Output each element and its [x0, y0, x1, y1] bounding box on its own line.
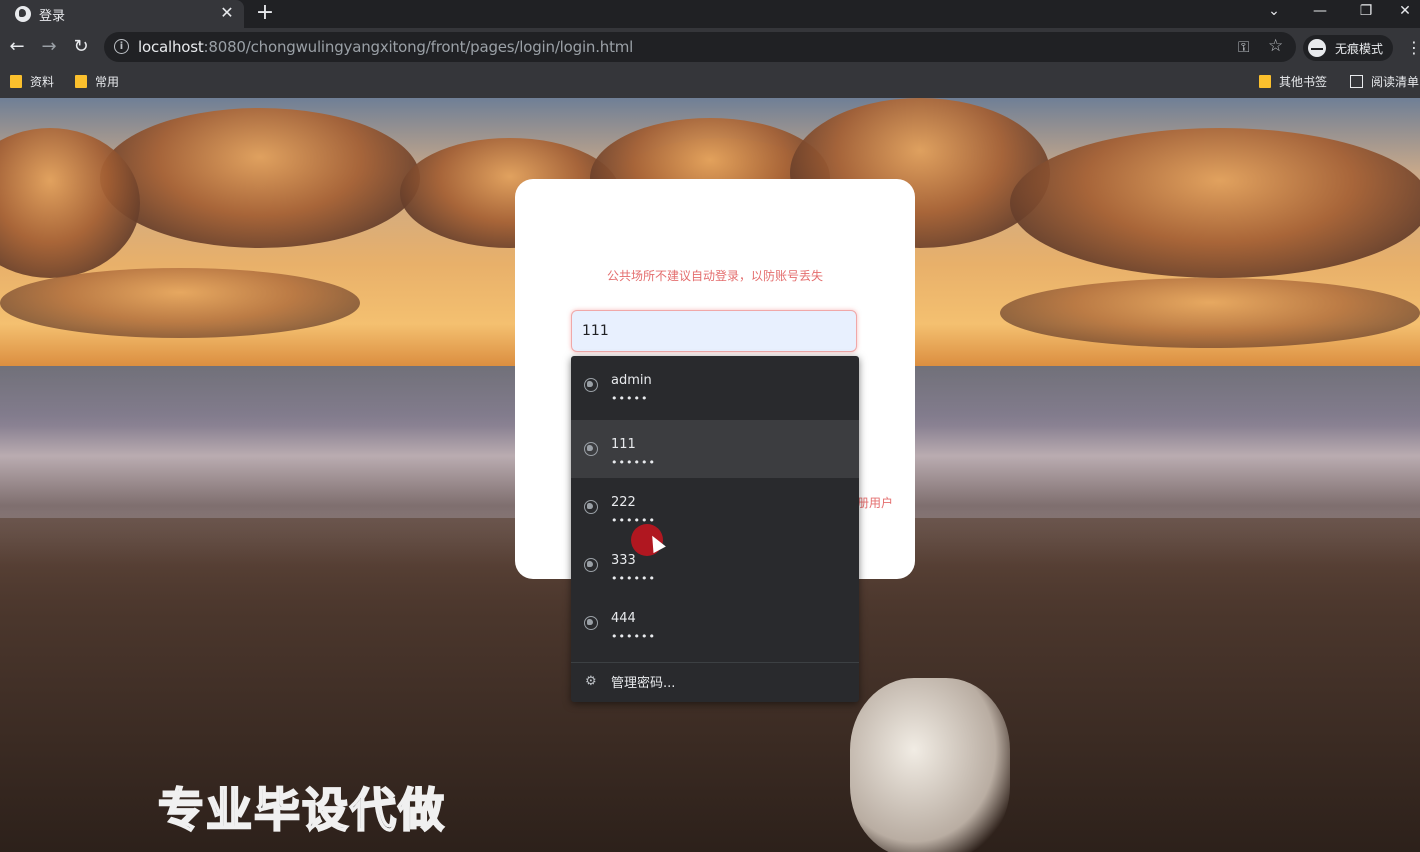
autofill-username: admin: [611, 373, 652, 388]
tab-strip: 登录 ✕ + ⌄ — ❐ ✕: [0, 0, 1420, 28]
auto-login-warning: 公共场所不建议自动登录，以防账号丢失: [606, 269, 823, 283]
bookmark-star-icon[interactable]: ☆: [1268, 36, 1283, 56]
tab-login[interactable]: 登录 ✕: [0, 0, 244, 28]
cloud: [1010, 128, 1420, 278]
autofill-item[interactable]: 222 ••••••: [571, 478, 859, 536]
autofill-divider: [571, 662, 859, 663]
reading-list[interactable]: 阅读清单: [1350, 73, 1419, 90]
username-input[interactable]: [571, 310, 857, 352]
browser-toolbar: ← → ↻ i localhost:8080/chongwulingyangxi…: [0, 28, 1420, 66]
autofill-password: ••••••: [611, 630, 656, 643]
back-button[interactable]: ←: [6, 36, 28, 58]
more-menu-icon[interactable]: ⋮: [1406, 38, 1420, 57]
close-tab-button[interactable]: ✕: [218, 3, 236, 23]
new-tab-button[interactable]: +: [255, 1, 275, 25]
minimize-button[interactable]: —: [1305, 0, 1335, 24]
address-bar[interactable]: i localhost:8080/chongwulingyangxitong/f…: [104, 32, 1296, 62]
reload-button[interactable]: ↻: [70, 36, 92, 58]
incognito-badge[interactable]: 无痕模式: [1303, 35, 1393, 61]
bookmark-folder-ziliao[interactable]: 资料: [10, 73, 54, 90]
autofill-password: ••••••: [611, 456, 656, 469]
bookmarks-bar: 资料 常用 其他书签 阅读清单: [0, 66, 1420, 99]
globe-icon: [584, 442, 598, 456]
globe-icon: [584, 378, 598, 392]
globe-icon: [584, 616, 598, 630]
autofill-username: 111: [611, 437, 636, 452]
incognito-label: 无痕模式: [1335, 42, 1384, 56]
other-bookmarks[interactable]: 其他书签: [1259, 73, 1327, 90]
folder-icon: [1259, 75, 1271, 88]
watermark-text: 专业毕设代做: [157, 782, 446, 838]
autofill-username: 222: [611, 495, 636, 510]
autofill-username: 333: [611, 553, 636, 568]
cloud: [100, 108, 420, 248]
reading-list-icon: [1350, 75, 1363, 88]
cloud: [0, 268, 360, 338]
dog-fur-image: [850, 678, 1010, 852]
manage-passwords-link[interactable]: 管理密码...: [611, 672, 675, 691]
forward-button[interactable]: →: [38, 36, 60, 58]
register-link[interactable]: 册用户: [857, 494, 893, 511]
close-window-button[interactable]: ✕: [1390, 0, 1420, 24]
globe-icon: [584, 558, 598, 572]
info-icon[interactable]: i: [114, 39, 129, 54]
restore-button[interactable]: ❐: [1351, 0, 1381, 24]
autofill-username: 444: [611, 611, 636, 626]
folder-icon: [75, 75, 87, 88]
tab-title: 登录: [39, 9, 66, 24]
url-text: localhost:8080/chongwulingyangxitong/fro…: [138, 38, 634, 56]
autofill-item[interactable]: 333 ••••••: [571, 536, 859, 594]
autofill-password: ••••••: [611, 572, 656, 585]
incognito-icon: [1308, 39, 1326, 57]
autofill-item[interactable]: admin •••••: [571, 356, 859, 414]
cloud: [1000, 278, 1420, 348]
folder-icon: [10, 75, 22, 88]
key-icon[interactable]: ⚿: [1238, 38, 1249, 56]
autofill-password: •••••: [611, 392, 649, 405]
autofill-item[interactable]: 111 ••••••: [571, 420, 859, 478]
bookmark-folder-changyong[interactable]: 常用: [75, 73, 119, 90]
globe-icon: [584, 500, 598, 514]
tab-search-button[interactable]: ⌄: [1259, 0, 1289, 24]
gear-icon: ⚙: [585, 674, 597, 689]
globe-icon: [15, 6, 31, 22]
password-autofill-dropdown: admin ••••• 111 •••••• 222 •••••• 333 ••…: [571, 356, 859, 702]
autofill-item[interactable]: 444 ••••••: [571, 594, 859, 652]
